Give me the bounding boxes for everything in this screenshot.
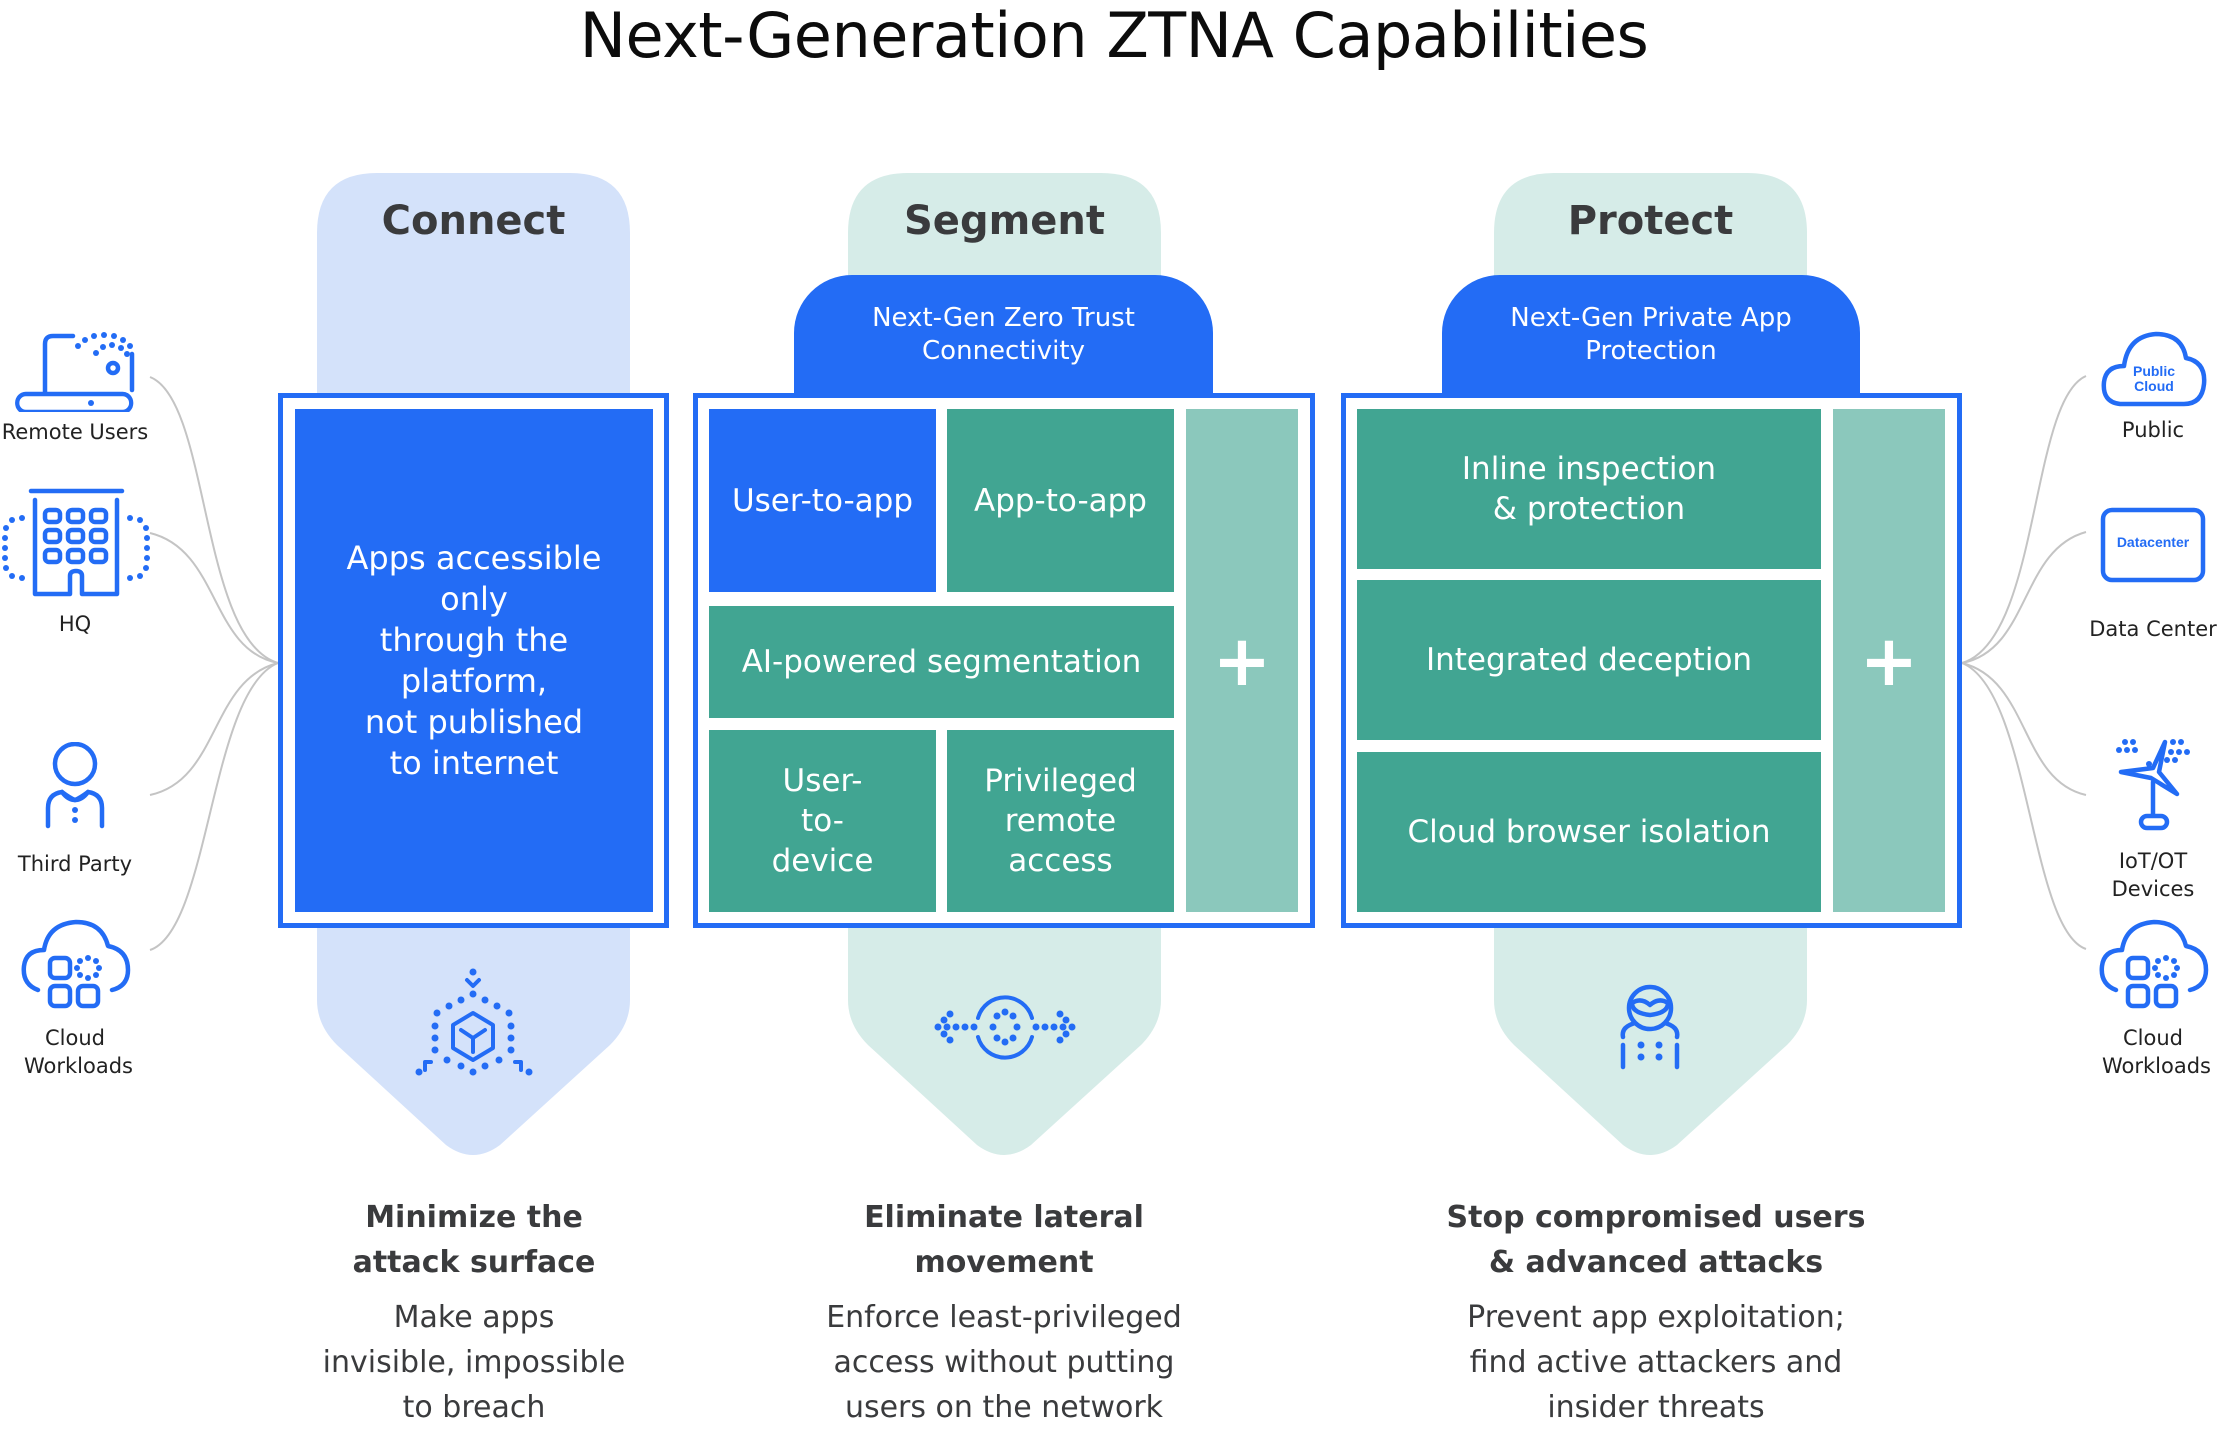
caption-heading-line: movement	[914, 1245, 1094, 1280]
protect-caption: Stop compromised users & advanced attack…	[1436, 1195, 1876, 1430]
source-label: Data Center	[2089, 617, 2217, 641]
public-cloud-icon-text-1: Public	[2133, 363, 2175, 379]
cell-line: to-	[801, 803, 844, 839]
protect-tab-line-2: Protection	[1585, 335, 1717, 366]
connect-caption: Minimize the attack surface Make apps in…	[254, 1195, 694, 1430]
public-cloud-icon: Public Cloud	[2101, 331, 2207, 407]
source-cloud-workloads-left: Cloud Workloads	[0, 918, 150, 1080]
caption-heading: Minimize the attack surface	[254, 1195, 694, 1285]
connect-cell-line: through the	[379, 620, 569, 659]
segment-caption: Eliminate lateral movement Enforce least…	[784, 1195, 1224, 1430]
iot-windmill-icon	[2116, 739, 2190, 831]
segment-cell-user-to-app: User-to-app	[709, 409, 936, 592]
public-cloud-icon-text-2: Cloud	[2134, 378, 2174, 394]
caption-body-line: find active attackers and	[1469, 1345, 1843, 1380]
connect-cell-line: not published	[364, 702, 584, 741]
connect-cell-line: platform,	[400, 661, 548, 700]
protect-plus-cell: +	[1833, 409, 1945, 912]
plus-icon: +	[1212, 619, 1272, 702]
source-iot-ot-devices: IoT/OT Devices	[2078, 738, 2228, 903]
caption-body-line: Enforce least-privileged	[826, 1300, 1182, 1335]
connect-heading: Connect	[381, 198, 566, 244]
cloud-workloads-icon	[21, 919, 130, 1009]
source-third-party: Third Party	[0, 742, 150, 878]
hexagon-cube-icon	[415, 968, 533, 1076]
cell-line: device	[771, 843, 874, 879]
caption-heading-line: Eliminate lateral	[864, 1200, 1144, 1235]
caption-heading-line: & advanced attacks	[1488, 1245, 1824, 1280]
source-cloud-workloads-right: Cloud Workloads	[2078, 918, 2228, 1080]
segment-tab-line-2: Connectivity	[922, 335, 1085, 366]
connector-iot	[1961, 662, 2087, 796]
segment-cell-user-to-device: User- to- device	[709, 730, 936, 912]
source-remote-users: Remote Users	[0, 332, 150, 446]
connector-public	[1961, 375, 2087, 664]
segment-plus-cell: +	[1186, 409, 1298, 912]
connect-cell-line: to internet	[389, 743, 559, 782]
source-data-center: Datacenter Data Center	[2078, 505, 2228, 643]
source-label: IoT/OT Devices	[2111, 849, 2195, 901]
caption-body-line: insider threats	[1547, 1390, 1765, 1425]
caption-heading: Stop compromised users & advanced attack…	[1436, 1195, 1876, 1285]
caption-heading-line: Minimize the	[365, 1200, 583, 1235]
source-label: Cloud Workloads	[2102, 1026, 2211, 1078]
protect-heading: Protect	[1567, 198, 1734, 244]
source-public-cloud: Public Cloud Public	[2078, 330, 2228, 444]
caption-heading-line: Stop compromised users	[1446, 1200, 1866, 1235]
source-label: Third Party	[17, 852, 133, 876]
protect-cell-cloud-browser-isolation: Cloud browser isolation	[1357, 752, 1821, 912]
protect-tab-line-1: Next-Gen Private App	[1510, 302, 1792, 333]
datacenter-icon-text: Datacenter	[2117, 534, 2190, 550]
cell-line: & protection	[1492, 491, 1686, 527]
source-label: Public	[2121, 418, 2185, 442]
segment-cell-app-to-app: App-to-app	[947, 409, 1174, 592]
protect-tab: Next-Gen Private App Protection	[1442, 275, 1860, 400]
source-label: Cloud Workloads	[24, 1026, 133, 1078]
office-building-icon	[2, 488, 150, 597]
protect-cell-integrated-deception: Integrated deception	[1357, 580, 1821, 740]
connect-cell-line: only	[440, 579, 508, 618]
segment-cell-ai-segmentation: AI-powered segmentation	[709, 606, 1174, 718]
caption-body-line: Prevent app exploitation;	[1467, 1300, 1845, 1335]
datacenter-icon: Datacenter	[2100, 507, 2206, 583]
cell-line: User-	[782, 763, 863, 799]
segment-cell-privileged-remote-access: Privileged remote access	[947, 730, 1174, 912]
segment-tab-line-1: Next-Gen Zero Trust	[872, 302, 1135, 333]
caption-heading-line: attack surface	[352, 1245, 596, 1280]
cloud-workloads-icon	[2099, 919, 2208, 1009]
caption-body-line: to breach	[402, 1390, 546, 1425]
plus-icon: +	[1859, 619, 1919, 702]
caption-body-line: invisible, impossible	[322, 1345, 626, 1380]
protect-cell-inline-inspection: Inline inspection & protection	[1357, 409, 1821, 569]
connector-remote-users	[149, 376, 279, 664]
connect-cell: Apps accessible only through the platfor…	[295, 409, 653, 912]
lateral-movement-icon	[934, 995, 1076, 1060]
segment-tab: Next-Gen Zero Trust Connectivity	[794, 275, 1213, 400]
source-label: Remote Users	[1, 420, 149, 444]
source-hq: HQ	[0, 488, 150, 638]
attacker-icon	[1620, 984, 1680, 1070]
caption-body-line: Make apps	[393, 1300, 555, 1335]
connector-cloud-workloads-right	[1961, 662, 2087, 950]
person-icon	[45, 742, 105, 829]
caption-body-line: access without putting	[833, 1345, 1175, 1380]
segment-heading: Segment	[904, 198, 1105, 244]
cell-line: remote	[1004, 803, 1117, 839]
connector-cloud-workloads-left	[149, 662, 279, 951]
connect-cell-line: Apps accessible	[346, 538, 602, 577]
cell-line: Inline inspection	[1461, 451, 1717, 487]
connector-third-party	[149, 662, 279, 796]
cell-line: access	[1008, 843, 1113, 879]
caption-body: Enforce least-privileged access without …	[784, 1295, 1224, 1430]
caption-heading: Eliminate lateral movement	[784, 1195, 1224, 1285]
source-label: HQ	[58, 612, 92, 636]
laptop-wifi-icon	[15, 332, 135, 412]
caption-body: Make apps invisible, impossible to breac…	[254, 1295, 694, 1430]
caption-body: Prevent app exploitation; find active at…	[1436, 1295, 1876, 1430]
cell-line: Privileged	[984, 763, 1137, 799]
caption-body-line: users on the network	[844, 1390, 1164, 1425]
